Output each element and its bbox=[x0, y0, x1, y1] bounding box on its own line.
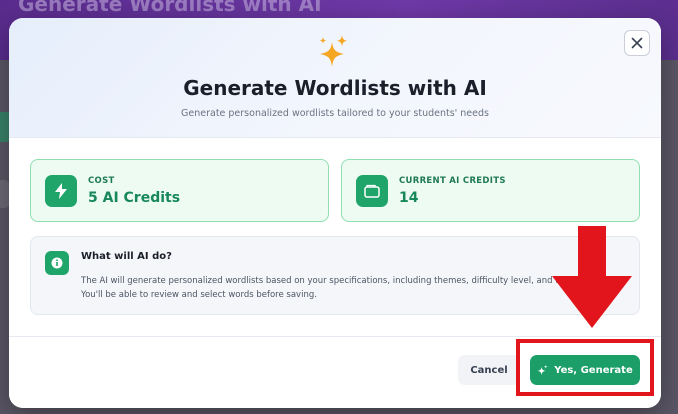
credits-card: CURRENT AI CREDITS 14 bbox=[341, 159, 640, 222]
close-button[interactable] bbox=[624, 30, 650, 56]
info-line: The AI will generate personalized wordli… bbox=[81, 276, 564, 286]
info-description: The AI will generate personalized wordli… bbox=[81, 274, 564, 302]
sparkles-icon bbox=[319, 35, 347, 67]
info-line: You'll be able to review and select word… bbox=[81, 290, 317, 300]
cost-card: COST 5 AI Credits bbox=[30, 159, 329, 222]
info-box: What will AI do? The AI will generate pe… bbox=[30, 236, 640, 315]
annotation-highlight-box bbox=[516, 339, 654, 396]
cost-label: COST bbox=[88, 176, 115, 186]
lightning-icon bbox=[45, 175, 77, 207]
cost-value: 5 AI Credits bbox=[88, 190, 181, 206]
credits-label: CURRENT AI CREDITS bbox=[399, 176, 506, 186]
wallet-icon bbox=[356, 175, 388, 207]
info-icon bbox=[45, 251, 69, 275]
backdrop-title: Generate Wordlists with AI bbox=[18, 0, 322, 16]
credits-value: 14 bbox=[399, 190, 419, 206]
info-title: What will AI do? bbox=[81, 251, 172, 262]
modal-title: Generate Wordlists with AI bbox=[183, 76, 487, 100]
modal-header: Generate Wordlists with AI Generate pers… bbox=[9, 18, 661, 138]
close-icon bbox=[631, 37, 643, 49]
cancel-button[interactable]: Cancel bbox=[458, 355, 520, 385]
modal-subtitle: Generate personalized wordlists tailored… bbox=[181, 108, 489, 119]
annotation-arrow bbox=[552, 226, 632, 328]
